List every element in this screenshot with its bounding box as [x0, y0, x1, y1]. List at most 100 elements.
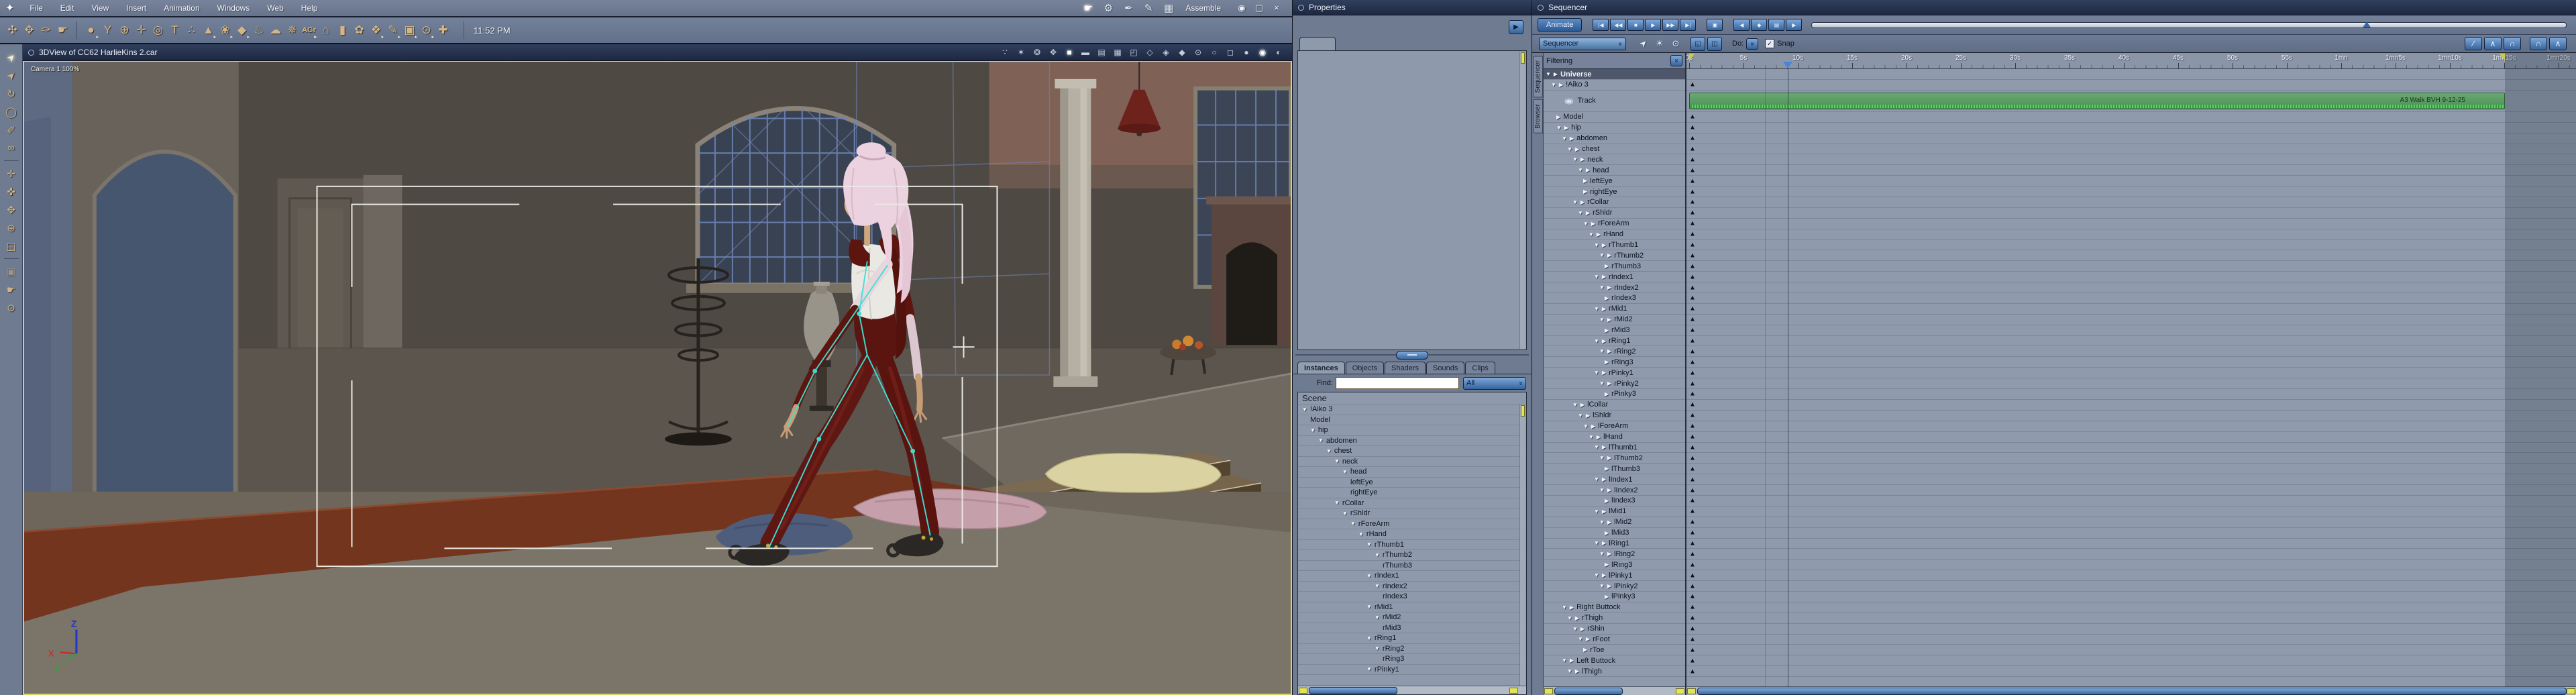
collapse-triangle-icon[interactable]: ▼ [1583, 423, 1589, 429]
camera-view-tool[interactable]: ▣ [0, 262, 22, 280]
collapse-triangle-icon[interactable]: ▼ [1567, 668, 1572, 674]
keyframe-marker-icon[interactable]: ▲ [1689, 657, 1696, 664]
tree-item-rhand[interactable]: ▼ rHand [1298, 529, 1526, 540]
previous-key-button[interactable]: ◀ [1733, 19, 1750, 31]
expand-triangle-icon[interactable]: ▶ [1607, 487, 1611, 493]
keyframe-marker-icon[interactable]: ▲ [1689, 486, 1696, 494]
collapse-triangle-icon[interactable]: ▼ [1594, 242, 1599, 248]
keyframe-marker-icon[interactable]: ▲ [1689, 604, 1696, 611]
expand-triangle-icon[interactable]: ▼ [1366, 573, 1372, 579]
timeline-lane-lpinky2[interactable]: ▲ [1686, 581, 2576, 592]
expand-triangle-icon[interactable]: ▶ [1575, 668, 1579, 674]
collapse-triangle-icon[interactable]: ▼ [1578, 167, 1583, 173]
timeline-lane-lefteye[interactable]: ▲ [1686, 176, 2576, 187]
zoom-region-icon[interactable]: ⊙ [1668, 38, 1684, 49]
tab-objects[interactable]: Objects [1345, 362, 1385, 374]
expand-triangle-icon[interactable]: ▶ [1607, 519, 1611, 525]
tree-item-rcollar[interactable]: ▼ rCollar [1298, 498, 1526, 509]
timeline-lane-rtoe[interactable]: ▲ [1686, 645, 2576, 656]
collapse-triangle-icon[interactable]: ▼ [1594, 274, 1599, 280]
seq-tree-item-chest[interactable]: ▼ ▶ chest [1544, 144, 1685, 155]
seq-tree-item-lpinky1[interactable]: ▼ ▶ lPinky1 [1544, 570, 1685, 582]
expand-triangle-icon[interactable]: ▶ [1602, 509, 1606, 515]
keyframe-marker-icon[interactable]: ▲ [1689, 390, 1696, 398]
expand-triangle-icon[interactable]: ▶ [1602, 444, 1606, 450]
texture-brush-icon[interactable]: ✎ [1138, 2, 1159, 14]
schematic-icon[interactable]: ✶ [1013, 48, 1029, 57]
wireframe-sphere-icon[interactable]: ○ [1206, 48, 1222, 57]
expand-triangle-icon[interactable]: ▶ [1583, 178, 1587, 184]
collapse-triangle-icon[interactable]: ▼ [1599, 455, 1605, 461]
collapse-triangle-icon[interactable]: ▼ [1599, 284, 1605, 290]
viewport-3d[interactable]: Camera 1 100% Z X y [23, 61, 1292, 695]
timeline-lane-lthumb1[interactable]: ▲ [1686, 443, 2576, 453]
timeline-lane-lring1[interactable]: ▲ [1686, 539, 2576, 549]
preview-quality-icon[interactable]: ∵ [997, 48, 1013, 57]
tree-item-abdomen[interactable]: ▼ abdomen [1298, 436, 1526, 446]
expand-triangle-icon[interactable]: ▶ [1586, 413, 1590, 419]
slip-clips-toggle[interactable]: ◫ [1707, 36, 1722, 51]
scene-root-row[interactable]: Scene [1298, 392, 1526, 405]
seq-tree-item-lindex1[interactable]: ▼ ▶ lIndex1 [1544, 474, 1685, 486]
play-button[interactable]: ▶ [1645, 19, 1662, 31]
keyframe-marker-icon[interactable]: ▲ [1689, 188, 1696, 195]
seq-tree-item-lindex2[interactable]: ▼ ▶ lIndex2 [1544, 485, 1685, 496]
keyframe-marker-icon[interactable]: ▲ [1689, 327, 1696, 334]
timeline-lane-rring1[interactable]: ▲ [1686, 336, 2576, 347]
seq-tree-item-rtoe[interactable]: ▶ rToe [1544, 645, 1685, 656]
layout-rows-icon[interactable]: ▬ [1077, 48, 1093, 57]
timeline-lane-rfoot[interactable]: ▲ [1686, 635, 2576, 645]
keyframe-marker-icon[interactable]: ▲ [1689, 305, 1696, 313]
expand-triangle-icon[interactable]: ▶ [1583, 647, 1587, 653]
expand-triangle-icon[interactable]: ▶ [1605, 466, 1609, 472]
keyframe-marker-icon[interactable]: ▲ [1689, 135, 1696, 142]
tree-item-rmid1[interactable]: ▼ rMid1 [1298, 602, 1526, 612]
expand-triangle-icon[interactable]: ▶ [1605, 530, 1609, 536]
expand-triangle-icon[interactable]: ▶ [1602, 370, 1606, 376]
expand-triangle-icon[interactable]: ▶ [1602, 242, 1606, 248]
expand-triangle-icon[interactable]: ▶ [1570, 657, 1574, 663]
timeline-lane-lring3[interactable]: ▲ [1686, 559, 2576, 571]
interp-linear-button[interactable]: ∕ [2465, 37, 2482, 50]
interp-ease-in-button[interactable]: ∩ [2530, 37, 2547, 50]
expand-triangle-icon[interactable]: ▶ [1602, 338, 1606, 344]
timeline-lane-righteye[interactable]: ▲ [1686, 186, 2576, 198]
spline-object-tool[interactable]: Y [99, 21, 116, 40]
properties-vscrollbar[interactable] [1519, 52, 1525, 349]
splitter-handle-icon[interactable] [1396, 350, 1428, 360]
expand-triangle-icon[interactable]: ▶ [1602, 306, 1606, 312]
keyframe-marker-icon[interactable]: ▲ [1689, 220, 1696, 227]
expand-triangle-icon[interactable]: ▶ [1602, 572, 1606, 578]
seq-tree-item-universe[interactable]: ▼ ▶ Universe [1544, 69, 1685, 80]
pointer-tool[interactable]: ☛ [54, 21, 71, 40]
camera-frame-icon[interactable]: ◆ [1174, 48, 1190, 57]
eye-button[interactable]: ◉ [1233, 3, 1250, 13]
timeline-lane-lpinky3[interactable]: ▲ [1686, 592, 2576, 602]
timeline-lane-lmid2[interactable]: ▲ [1686, 517, 2576, 528]
menu-windows[interactable]: Windows [209, 3, 259, 13]
seq-tree-item-rring2[interactable]: ▼ ▶ rRing2 [1544, 346, 1685, 358]
menu-view[interactable]: View [83, 3, 117, 13]
expand-triangle-icon[interactable]: ▶ [1556, 114, 1560, 120]
expand-triangle-icon[interactable]: ▶ [1570, 136, 1574, 142]
tree-item-lefteye[interactable]: leftEye [1298, 478, 1526, 488]
collapse-triangle-icon[interactable]: ▼ [1578, 413, 1583, 419]
expand-triangle-icon[interactable]: ▼ [1366, 541, 1372, 547]
seq-tree-item-track[interactable]: ◉ Track [1544, 91, 1685, 112]
expand-triangle-icon[interactable]: ▶ [1602, 476, 1606, 482]
collapse-triangle-icon[interactable]: ▼ [1572, 199, 1578, 205]
side-tab-sequencer[interactable]: Sequencer [1532, 56, 1543, 98]
scale-tool[interactable]: ◯ [0, 103, 22, 121]
camera-view-icon[interactable]: ◇ [1142, 48, 1158, 57]
grass-tool[interactable]: ✿ [351, 21, 368, 40]
keyframe-marker-icon[interactable]: ▲ [1689, 156, 1696, 163]
seq-tree-item-lring2[interactable]: ▼ ▶ lRing2 [1544, 549, 1685, 560]
collapse-triangle-icon[interactable]: ▼ [1572, 402, 1578, 408]
scroll-cap[interactable] [1299, 688, 1307, 694]
snap-checkbox[interactable]: ✓ [1765, 39, 1775, 48]
scroll-thumb[interactable] [1309, 687, 1397, 694]
timeline-hscrollbar[interactable] [1686, 686, 2576, 695]
collapse-triangle-icon[interactable]: ▼ [1572, 626, 1578, 632]
expand-triangle-icon[interactable]: ▶ [1597, 231, 1601, 237]
properties-forward-button[interactable]: ▶ [1509, 20, 1523, 34]
